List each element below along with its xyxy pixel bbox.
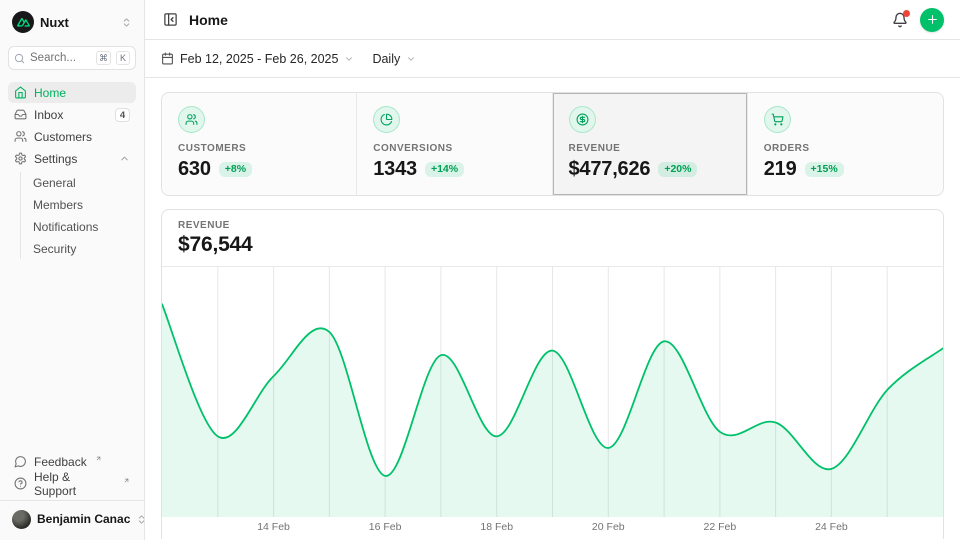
stat-value: 1343 xyxy=(373,158,417,181)
users-icon xyxy=(178,106,205,133)
sidebar-item-label: Help & Support xyxy=(34,470,115,498)
sidebar-spacer xyxy=(8,259,136,451)
search-placeholder: Search... xyxy=(30,52,91,64)
sidebar-item-label: Customers xyxy=(34,130,92,144)
shopping-cart-icon xyxy=(764,106,791,133)
sidebar-item-general[interactable]: General xyxy=(29,172,136,193)
kbd-cmd: ⌘ xyxy=(96,51,111,65)
panel-left-close-icon xyxy=(163,12,178,27)
kbd-k: K xyxy=(116,51,130,65)
revenue-area-chart[interactable] xyxy=(162,267,943,517)
sidebar-item-members[interactable]: Members xyxy=(29,194,136,215)
settings-subnav: General Members Notifications Security xyxy=(20,172,136,259)
sidebar-item-inbox[interactable]: Inbox 4 xyxy=(8,104,136,125)
gear-icon xyxy=(14,152,27,165)
sidebar-item-label: Members xyxy=(33,198,83,212)
sidebar-footer-nav: Feedback Help & Support xyxy=(8,451,136,494)
sidebar-item-label: Notifications xyxy=(33,220,98,234)
team-name: Nuxt xyxy=(40,15,69,30)
pie-chart-icon xyxy=(373,106,400,133)
sidebar-item-home[interactable]: Home xyxy=(8,82,136,103)
collapse-sidebar-button[interactable] xyxy=(161,10,180,29)
chart-x-axis: 14 Feb 16 Feb 18 Feb 20 Feb 22 Feb 24 Feb xyxy=(162,517,943,539)
revenue-chart-card: REVENUE $76,544 14 Feb 16 Feb 18 Feb 20 Feb… xyxy=(161,209,944,539)
stat-label: REVENUE xyxy=(569,143,731,154)
x-axis-label: 20 Feb xyxy=(592,521,625,533)
header-actions xyxy=(890,8,944,32)
notifications-button[interactable] xyxy=(890,10,910,30)
add-button[interactable] xyxy=(920,8,944,32)
sidebar-item-security[interactable]: Security xyxy=(29,238,136,259)
chevron-down-icon xyxy=(344,54,354,64)
stat-value: 219 xyxy=(764,158,797,181)
x-axis-label: 14 Feb xyxy=(257,521,290,533)
stat-delta-badge: +8% xyxy=(219,162,252,178)
stat-label: CUSTOMERS xyxy=(178,143,340,154)
period-select[interactable]: Daily xyxy=(372,52,416,66)
user-name: Benjamin Canac xyxy=(37,512,130,526)
nuxt-logo-icon xyxy=(12,11,34,33)
stat-delta-badge: +20% xyxy=(658,162,697,178)
stat-label: CONVERSIONS xyxy=(373,143,535,154)
sidebar-item-notifications[interactable]: Notifications xyxy=(29,216,136,237)
message-bubble-icon xyxy=(14,455,27,468)
chevron-up-icon xyxy=(119,153,130,164)
sidebar-item-label: Inbox xyxy=(34,108,63,122)
stat-delta-badge: +14% xyxy=(425,162,464,178)
stat-card-orders[interactable]: ORDERS 219 +15% xyxy=(748,93,943,195)
sidebar-item-label: General xyxy=(33,176,76,190)
stat-card-conversions[interactable]: CONVERSIONS 1343 +14% xyxy=(357,93,552,195)
sidebar-nav: Home Inbox 4 Customers Settings Genera xyxy=(8,82,136,259)
notification-dot xyxy=(903,10,910,17)
page-title: Home xyxy=(189,12,228,28)
dashboard-content: CUSTOMERS 630 +8% CONVERSIONS 1343 +14% xyxy=(145,78,960,540)
external-link-icon xyxy=(95,455,102,462)
search-icon xyxy=(14,53,25,64)
page-header: Home xyxy=(145,0,960,40)
chevrons-up-down-icon xyxy=(121,17,132,28)
users-icon xyxy=(14,130,27,143)
external-link-icon xyxy=(123,477,130,484)
x-axis-label: 22 Feb xyxy=(703,521,736,533)
calendar-icon xyxy=(161,52,174,65)
filter-toolbar: Feb 12, 2025 - Feb 26, 2025 Daily xyxy=(145,40,960,78)
home-icon xyxy=(14,86,27,99)
stats-grid: CUSTOMERS 630 +8% CONVERSIONS 1343 +14% xyxy=(161,92,944,196)
sidebar-item-label: Home xyxy=(34,86,66,100)
chart-metric-label: REVENUE xyxy=(178,220,927,231)
avatar xyxy=(12,510,31,529)
plus-icon xyxy=(926,13,939,26)
sidebar: Nuxt Search... ⌘ K Home Inbox 4 xyxy=(0,0,145,540)
stat-value: 630 xyxy=(178,158,211,181)
x-axis-label: 16 Feb xyxy=(369,521,402,533)
sidebar-divider xyxy=(0,500,144,501)
stat-card-revenue[interactable]: REVENUE $477,626 +20% xyxy=(553,93,748,195)
chart-header: REVENUE $76,544 xyxy=(162,210,943,267)
chart-metric-value: $76,544 xyxy=(178,233,927,257)
inbox-icon xyxy=(14,108,27,121)
sidebar-item-label: Security xyxy=(33,242,76,256)
date-range-value: Feb 12, 2025 - Feb 26, 2025 xyxy=(180,52,338,66)
date-range-picker[interactable]: Feb 12, 2025 - Feb 26, 2025 xyxy=(161,52,354,66)
sidebar-item-label: Settings xyxy=(34,152,77,166)
main-panel: Home Feb 12, 2025 - Feb 26, 2025 Daily xyxy=(145,0,960,540)
x-axis-label: 24 Feb xyxy=(815,521,848,533)
chevron-down-icon xyxy=(406,54,416,64)
inbox-count-badge: 4 xyxy=(115,108,130,122)
sidebar-item-customers[interactable]: Customers xyxy=(8,126,136,147)
team-switcher[interactable]: Nuxt xyxy=(8,8,136,36)
sidebar-item-label: Feedback xyxy=(34,455,87,469)
stat-delta-badge: +15% xyxy=(805,162,844,178)
user-menu[interactable]: Benjamin Canac xyxy=(8,504,136,534)
stat-value: $477,626 xyxy=(569,158,651,181)
search-input[interactable]: Search... ⌘ K xyxy=(8,46,136,70)
help-circle-icon xyxy=(14,477,27,490)
period-value: Daily xyxy=(372,52,400,66)
dollar-circle-icon xyxy=(569,106,596,133)
stat-card-customers[interactable]: CUSTOMERS 630 +8% xyxy=(162,93,357,195)
sidebar-item-help-support[interactable]: Help & Support xyxy=(8,473,136,494)
stat-label: ORDERS xyxy=(764,143,927,154)
sidebar-item-settings[interactable]: Settings xyxy=(8,148,136,169)
x-axis-label: 18 Feb xyxy=(480,521,513,533)
